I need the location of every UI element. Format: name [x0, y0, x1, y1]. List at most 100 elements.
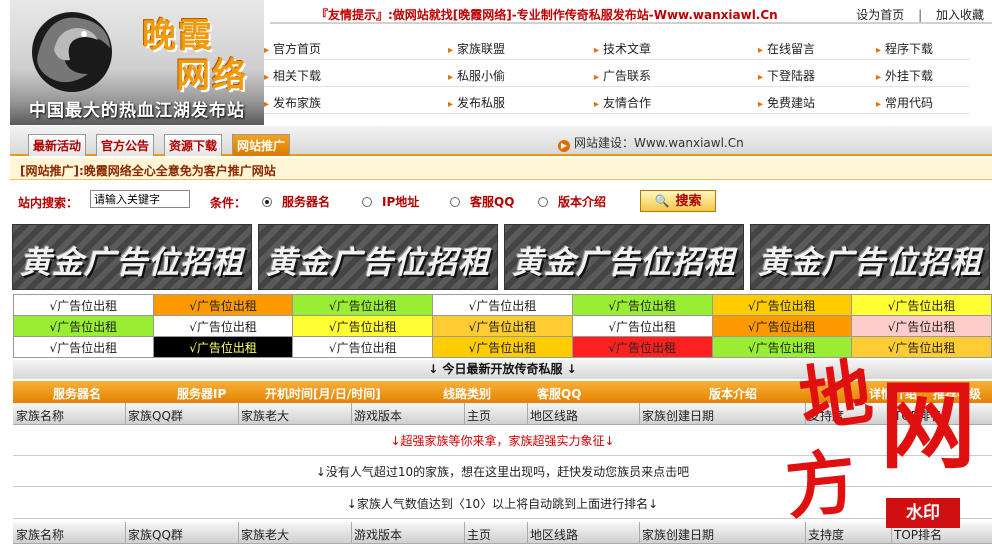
set-home-link[interactable]: 设为首页 — [856, 8, 904, 22]
radio-icon[interactable] — [538, 197, 548, 207]
friendly-notice[interactable]: 『友情提示』:做网站就找[晚霞网络]-专业制作传奇私服发布站-Www.wanxi… — [316, 6, 778, 23]
ad-slot-cell[interactable]: √广告位出租 — [292, 336, 434, 358]
ad-slot-cell[interactable]: √广告位出租 — [292, 294, 434, 316]
ad-banner[interactable]: 黄金广告位招租 — [12, 224, 252, 290]
tab-site-promotion[interactable]: 网站推广 — [232, 134, 291, 156]
radio-icon[interactable] — [262, 197, 272, 207]
ad-slot-cell[interactable]: √广告位出租 — [13, 294, 154, 316]
ad-slot-cell[interactable]: √广告位出租 — [571, 336, 713, 358]
family-message-popularity: ↓没有人气超过10的家族，想在这里出现吗，赶快发动您族员来点击吧 — [13, 457, 992, 487]
search-button[interactable]: 🔍 搜索 — [640, 190, 716, 212]
ad-slot-row: √广告位出租 √广告位出租 √广告位出租 √广告位出租 √广告位出租 √广告位出租 √广告位… — [13, 294, 992, 316]
ad-slot-cell[interactable]: √广告位出租 — [711, 315, 853, 337]
nav-item[interactable]: 相关下载 — [264, 67, 321, 84]
tab-official-notice[interactable]: 官方公告 — [96, 134, 155, 156]
ad-slot-cell[interactable]: √广告位出租 — [851, 336, 992, 358]
nav-row: 相关下载 私服小偷 广告联系 下登陆器 外挂下载 — [264, 60, 970, 87]
ad-banner[interactable]: 黄金广告位招租 — [504, 224, 744, 290]
nav-item[interactable]: 发布私服 — [448, 94, 505, 111]
ad-slot-row: √广告位出租 √广告位出租 √广告位出租 √广告位出租 √广告位出租 √广告位出租 √广告位… — [13, 315, 992, 337]
family-message-strong: ↓超强家族等你来拿，家族超强实力象征↓ — [13, 426, 992, 456]
col-region: 地区线路 — [530, 528, 579, 542]
nav-item[interactable]: 发布家族 — [264, 94, 321, 111]
col-create-date: 家族创建日期 — [642, 409, 715, 423]
col-version[interactable]: 版本介绍 — [709, 385, 757, 402]
ad-slot-row: √广告位出租 √广告位出租 √广告位出租 √广告位出租 √广告位出租 √广告位出租 √广告位… — [13, 336, 992, 358]
ad-slot-cell[interactable]: √广告位出租 — [13, 315, 154, 337]
nav-item[interactable]: 官方首页 — [264, 40, 321, 57]
col-family-qq: 家族QQ群 — [128, 409, 183, 423]
nav-item[interactable]: 免费建站 — [758, 94, 815, 111]
option-qq[interactable]: 客服QQ — [450, 193, 514, 210]
family-table-header: 家族名称 家族QQ群 家族老大 游戏版本 主页 地区线路 家族创建日期 支持度 … — [13, 403, 992, 425]
col-recommend-level[interactable]: 推荐等级 — [933, 385, 981, 402]
nav-row: 发布家族 发布私服 友情合作 免费建站 常用代码 — [264, 87, 970, 114]
ad-slot-cell[interactable]: √广告位出租 — [152, 336, 294, 358]
col-line-type[interactable]: 线路类别 — [443, 385, 491, 402]
ad-slot-cell[interactable]: √广告位出租 — [432, 336, 573, 358]
option-label: 客服QQ — [470, 195, 515, 209]
site-logo[interactable]: 晚霞 网络 中国最大的热血江湖发布站 — [10, 0, 264, 125]
nav-item[interactable]: 下登陆器 — [758, 67, 815, 84]
ad-slot-cell[interactable]: √广告位出租 — [152, 294, 294, 316]
ad-slot-cell[interactable]: √广告位出租 — [152, 315, 294, 337]
add-favorite-link[interactable]: 加入收藏 — [936, 8, 984, 22]
col-service-qq[interactable]: 客服QQ — [537, 385, 581, 402]
nav-item[interactable]: 友情合作 — [594, 94, 651, 111]
ad-banner-text: 黄金广告位招租 — [758, 245, 982, 281]
family-message-threshold: ↓家族人气数值达到〈10〉以上将自动跳到上面进行排名↓ — [13, 489, 992, 519]
ad-slot-cell[interactable]: √广告位出租 — [292, 315, 434, 337]
family-table-header-2: 家族名称 家族QQ群 家族老大 游戏版本 主页 地区线路 家族创建日期 支持度 … — [13, 522, 992, 544]
ad-slot-cell[interactable]: √广告位出租 — [432, 315, 573, 337]
ad-banner-text: 黄金广告位招租 — [20, 245, 244, 281]
ad-slot-cell[interactable]: √广告位出租 — [13, 336, 154, 358]
nav-item[interactable]: 广告联系 — [594, 67, 651, 84]
ad-slot-cell[interactable]: √广告位出租 — [571, 315, 713, 337]
ad-slot-cell[interactable]: √广告位出租 — [711, 336, 853, 358]
option-version[interactable]: 版本介绍 — [538, 193, 606, 210]
col-family-name: 家族名称 — [16, 528, 65, 542]
top-notice-bar: 『友情提示』:做网站就找[晚霞网络]-专业制作传奇私服发布站-Www.wanxi… — [270, 2, 992, 24]
promotion-text: [网站推广]:晚霞网络全心全意免为客户推广网站 — [10, 158, 992, 180]
col-top-rank: TOP排名 — [894, 409, 943, 423]
site-search: 站内搜索： 条件： 服务器名 IP地址 客服QQ 版本介绍 🔍 搜索 — [10, 188, 992, 214]
nav-item[interactable]: 技术文章 — [594, 40, 651, 57]
nav-item[interactable]: 外挂下载 — [876, 67, 933, 84]
site-build-info[interactable]: ▶ 网站建设：Www.wanxiawl.Cn — [558, 134, 744, 152]
ad-banner-text: 黄金广告位招租 — [266, 245, 490, 281]
ad-slot-cell[interactable]: √广告位出租 — [571, 294, 713, 316]
nav-item[interactable]: 常用代码 — [876, 94, 933, 111]
ad-slot-cell[interactable]: √广告位出租 — [851, 294, 992, 316]
col-open-time[interactable]: 开机时间[月/日/时间] — [265, 385, 381, 402]
option-ip[interactable]: IP地址 — [362, 193, 419, 210]
col-family-boss: 家族老大 — [241, 528, 290, 542]
nav-item[interactable]: 程序下载 — [876, 40, 933, 57]
ad-slot-cell[interactable]: √广告位出租 — [432, 294, 573, 316]
col-support: 支持度 — [808, 409, 845, 423]
ad-banner[interactable]: 黄金广告位招租 — [258, 224, 498, 290]
site-slogan: 中国最大的热血江湖发布站 — [29, 101, 245, 121]
option-server-name[interactable]: 服务器名 — [262, 193, 330, 210]
condition-label: 条件： — [210, 196, 247, 210]
nav-item[interactable]: 家族联盟 — [448, 40, 505, 57]
search-input[interactable] — [90, 190, 190, 208]
col-server-ip[interactable]: 服务器IP — [177, 385, 226, 402]
tabs-bar: 最新活动 官方公告 资源下载 网站推广 ▶ 网站建设：Www.wanxiawl.C… — [10, 126, 992, 156]
ad-slot-cell[interactable]: √广告位出租 — [711, 294, 853, 316]
nav-item[interactable]: 私服小偷 — [448, 67, 505, 84]
col-game-version: 游戏版本 — [354, 528, 403, 542]
radio-icon[interactable] — [450, 197, 460, 207]
tab-latest-events[interactable]: 最新活动 — [28, 134, 87, 156]
ad-banner-text: 黄金广告位招租 — [512, 245, 736, 281]
col-server-name[interactable]: 服务器名 — [53, 385, 101, 402]
search-icon: 🔍 — [654, 194, 670, 208]
ad-banner[interactable]: 黄金广告位招租 — [750, 224, 990, 290]
col-details[interactable]: 详情介绍 — [869, 385, 917, 402]
ad-slot-cell[interactable]: √广告位出租 — [851, 315, 992, 337]
today-new-servers-title: ↓ 今日最新开放传奇私服 ↓ — [13, 360, 992, 379]
nav-item[interactable]: 在线留言 — [758, 40, 815, 57]
tab-resource-download[interactable]: 资源下载 — [164, 134, 223, 156]
nav-row: 官方首页 家族联盟 技术文章 在线留言 程序下载 — [264, 33, 970, 60]
col-homepage: 主页 — [467, 409, 492, 423]
radio-icon[interactable] — [362, 197, 372, 207]
